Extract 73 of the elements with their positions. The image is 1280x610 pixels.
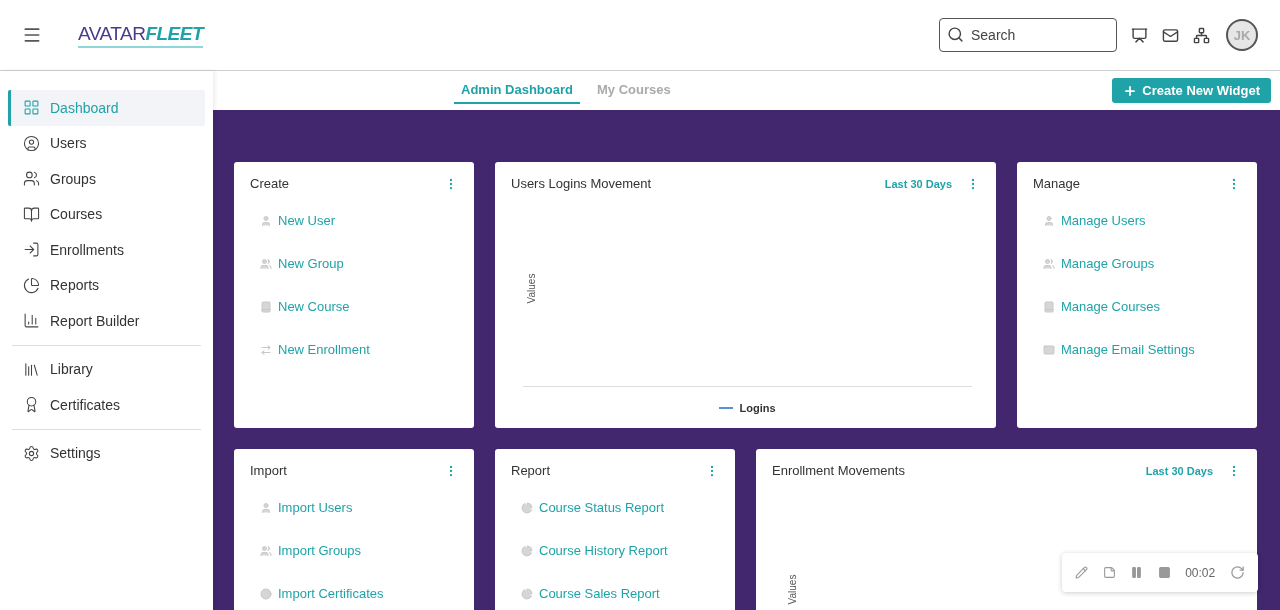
logo: AVATARFLEET	[78, 22, 204, 48]
grid-icon	[23, 99, 40, 117]
menu-icon[interactable]	[22, 25, 42, 45]
sidebar-item[interactable]: Groups	[8, 161, 205, 197]
sidebar-item[interactable]: Courses	[8, 196, 205, 232]
widget-link[interactable]: Manage Users	[1043, 211, 1241, 230]
library-icon	[23, 360, 40, 378]
pencil-icon[interactable]	[1075, 566, 1089, 579]
sidebar-item[interactable]: Users	[8, 125, 205, 161]
users-icon	[1043, 257, 1055, 270]
tab[interactable]: Admin Dashboard	[454, 77, 580, 104]
widget-title: Report	[511, 463, 552, 478]
pie-chart-icon	[521, 587, 533, 600]
circle-icon	[260, 587, 272, 600]
users-icon	[260, 257, 272, 270]
pie-chart-icon	[521, 544, 533, 557]
refresh-icon[interactable]	[1229, 565, 1245, 580]
create-widget-button[interactable]: Create New Widget	[1112, 78, 1271, 103]
avatar[interactable]: JK	[1226, 19, 1258, 51]
mail-icon[interactable]	[1162, 26, 1179, 44]
bar-chart-icon	[23, 312, 40, 330]
sidebar-item[interactable]: Dashboard	[8, 90, 205, 126]
user-icon	[260, 214, 272, 227]
widget-link[interactable]: Manage Email Settings	[1043, 340, 1241, 359]
pie-chart-icon	[23, 276, 40, 294]
presentation-icon[interactable]	[1131, 26, 1148, 44]
range-link[interactable]: Last 30 Days	[1145, 464, 1213, 477]
settings-icon	[23, 444, 40, 462]
pause-icon[interactable]	[1130, 566, 1144, 579]
users-icon	[260, 544, 272, 557]
widget-link[interactable]: Course Status Report	[521, 498, 719, 517]
note-icon[interactable]	[1102, 566, 1116, 579]
widget-link[interactable]: New Group	[260, 254, 458, 273]
widget-title: Manage	[1033, 176, 1081, 191]
range-link[interactable]: Last 30 Days	[884, 177, 952, 190]
sidebar-item[interactable]: Settings	[8, 435, 205, 471]
widget-title: Users Logins Movement	[511, 176, 653, 191]
arrows-icon	[260, 343, 272, 356]
widget-link[interactable]: Manage Groups	[1043, 254, 1241, 273]
legend-label: Logins	[739, 402, 776, 414]
sidebar-item[interactable]: Reports	[8, 267, 205, 303]
user-circle-icon	[23, 134, 40, 152]
user-icon	[260, 501, 272, 514]
sidebar-item[interactable]: Report Builder	[8, 303, 205, 339]
users-icon	[23, 170, 40, 188]
network-icon[interactable]	[1193, 26, 1210, 44]
widget-title: Enrollment Movements	[772, 463, 906, 478]
axis-label: Values	[526, 273, 538, 304]
sidebar-item[interactable]: Certificates	[8, 387, 205, 423]
widget-link[interactable]: Import Users	[260, 498, 458, 517]
sidebar-item[interactable]: Library	[8, 351, 205, 387]
sign-in-icon	[23, 241, 40, 259]
user-icon	[1043, 214, 1055, 227]
widget-link[interactable]: New Course	[260, 297, 458, 316]
sidebar-item[interactable]: Enrollments	[8, 232, 205, 268]
axis-label: Values	[787, 574, 799, 604]
widget-link[interactable]: Import Certificates	[260, 584, 458, 603]
search-icon	[947, 26, 964, 43]
widget-title: Create	[250, 176, 291, 191]
legend-line	[719, 407, 734, 409]
widget-link[interactable]: New User	[260, 211, 458, 230]
timer: 00:02	[1185, 565, 1216, 580]
stop-icon[interactable]	[1157, 566, 1171, 579]
widget-link[interactable]: Manage Courses	[1043, 297, 1241, 316]
pie-chart-icon	[521, 501, 533, 514]
widget-link[interactable]: Import Groups	[260, 541, 458, 560]
search-field[interactable]: Search	[939, 18, 1117, 52]
widget-link[interactable]: Course Sales Report	[521, 584, 719, 603]
plus-icon	[1123, 83, 1138, 98]
widget-link[interactable]: New Enrollment	[260, 340, 458, 359]
tab[interactable]: My Courses	[589, 77, 678, 104]
widget-title: Import	[250, 463, 288, 478]
widget-link[interactable]: Course History Report	[521, 541, 719, 560]
